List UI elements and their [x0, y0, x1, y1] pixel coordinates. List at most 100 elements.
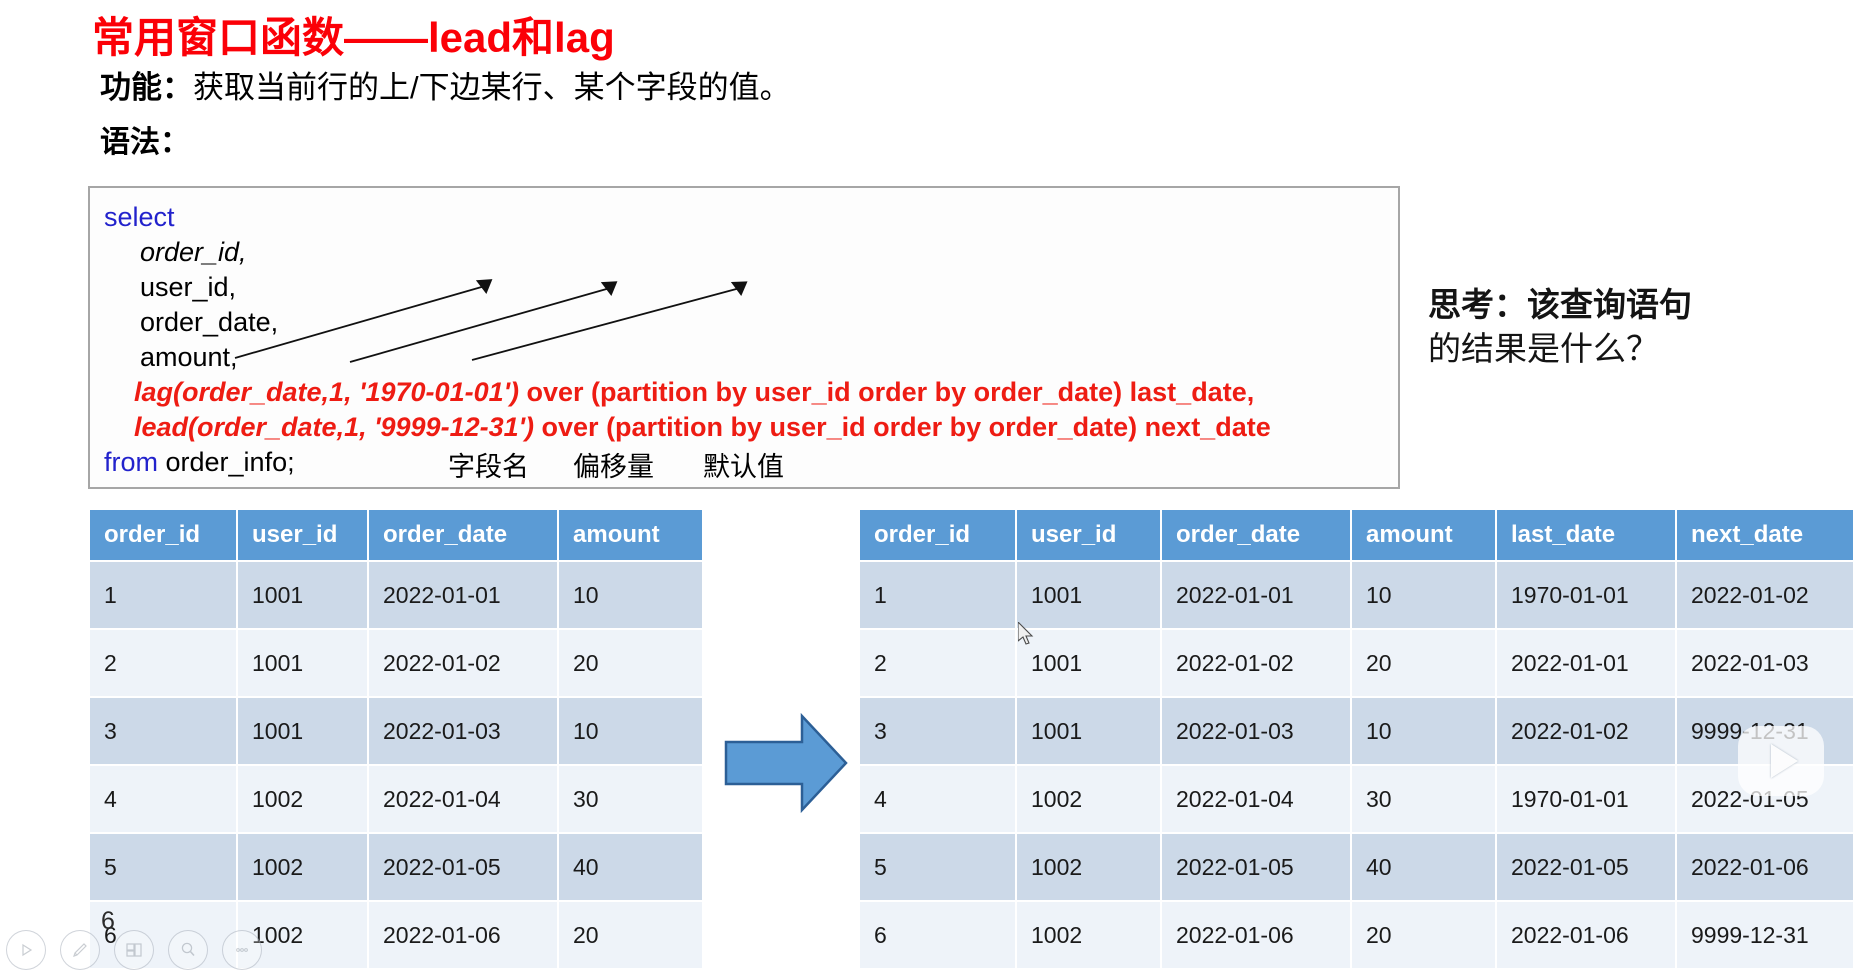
cell-amount: 40: [557, 832, 704, 902]
table-row: 6 1002 2022-01-06 20 2022-01-06 9999-12-…: [858, 900, 1855, 970]
cell-amount: 40: [1350, 832, 1497, 902]
play-icon: [22, 943, 33, 957]
bottom-toolbar: [6, 930, 262, 970]
function-description: 功能：获取当前行的上/下边某行、某个字段的值。: [100, 62, 791, 107]
cell-user-id: 1002: [1015, 832, 1162, 902]
column-header-order-id: order_id: [858, 508, 1017, 562]
thinking-line1: 该查询语句: [1527, 286, 1692, 323]
cell-last-date: 2022-01-06: [1495, 900, 1677, 970]
cell-amount: 30: [557, 764, 704, 834]
sql-code-box: select order_id, user_id, order_date, am…: [88, 186, 1400, 489]
cell-order-date: 2022-01-02: [367, 628, 559, 698]
page-title: 常用窗口函数——lead和lag: [92, 14, 615, 61]
sql-keyword-select: select: [104, 202, 175, 232]
table-row: 1 1001 2022-01-01 10 1970-01-01 2022-01-…: [858, 560, 1855, 630]
cell-order-date: 2022-01-02: [1160, 628, 1352, 698]
toolbar-slides-button[interactable]: [114, 930, 154, 970]
sql-column-0: order_id,: [140, 237, 247, 267]
thinking-line2: 的结果是什么？: [1428, 330, 1659, 367]
function-text: 获取当前行的上/下边某行、某个字段的值。: [193, 70, 791, 105]
cell-order-id: 1: [88, 560, 238, 630]
table-row: 4 1002 2022-01-04 30: [88, 764, 704, 834]
cell-amount: 30: [1350, 764, 1497, 834]
sql-column-1: user_id,: [140, 272, 237, 302]
sql-column-3: amount,: [140, 342, 238, 372]
table-row: 1 1001 2022-01-01 10: [88, 560, 704, 630]
pen-icon: [73, 943, 87, 957]
function-label: 功能：: [100, 70, 193, 105]
toolbar-play-button[interactable]: [6, 930, 46, 970]
mouse-cursor: [1018, 622, 1034, 645]
column-header-amount: amount: [1350, 508, 1497, 562]
cell-next-date: 9999-12-31: [1675, 900, 1855, 970]
cell-user-id: 1002: [1015, 764, 1162, 834]
cell-user-id: 1002: [236, 764, 369, 834]
cell-order-id: 4: [858, 764, 1017, 834]
slides-icon: [126, 943, 142, 957]
cell-user-id: 1002: [236, 832, 369, 902]
cell-order-date: 2022-01-01: [367, 560, 559, 630]
table-header-row: order_id user_id order_date amount: [88, 508, 704, 562]
cell-user-id: 1001: [236, 628, 369, 698]
cell-order-date: 2022-01-03: [1160, 696, 1352, 766]
sql-lag-over: over (partition by user_id order by orde…: [519, 377, 1255, 407]
thinking-note: 思考：该查询语句 的结果是什么？: [1428, 283, 1828, 371]
table-row: 2 1001 2022-01-02 20 2022-01-01 2022-01-…: [858, 628, 1855, 698]
table-header-row: order_id user_id order_date amount last_…: [858, 508, 1855, 562]
cell-order-id: 2: [88, 628, 238, 698]
syntax-label: 语法：: [100, 126, 190, 159]
cell-next-date: 2022-01-06: [1675, 832, 1855, 902]
sql-lead-expression: lead(order_date,1, '9999-12-31') over (p…: [134, 412, 1271, 442]
cell-order-date: 2022-01-06: [1160, 900, 1352, 970]
annotation-field-name: 字段名: [448, 452, 529, 482]
column-header-user-id: user_id: [236, 508, 369, 562]
toolbar-magnifier-button[interactable]: [168, 930, 208, 970]
sql-from-table: order_info;: [158, 447, 295, 477]
cell-order-date: 2022-01-03: [367, 696, 559, 766]
result-table: order_id user_id order_date amount last_…: [858, 508, 1855, 970]
column-header-order-date: order_date: [367, 508, 559, 562]
sql-lead-over: over (partition by user_id order by orde…: [534, 412, 1271, 442]
sql-keyword-from: from: [104, 447, 158, 477]
cell-amount: 10: [557, 696, 704, 766]
play-overlay-button[interactable]: [1738, 726, 1824, 796]
source-table: order_id user_id order_date amount 1 100…: [88, 508, 704, 970]
cell-user-id: 1001: [236, 560, 369, 630]
cell-order-id: 1: [858, 560, 1017, 630]
sql-lag-func: lag(order_date,1, '1970-01-01'): [134, 377, 520, 407]
toolbar-pen-button[interactable]: [60, 930, 100, 970]
column-header-user-id: user_id: [1015, 508, 1162, 562]
play-icon: [1771, 744, 1798, 778]
cell-user-id: 1001: [1015, 560, 1162, 630]
cell-order-id: 5: [88, 832, 238, 902]
cell-order-id: 2: [858, 628, 1017, 698]
sql-code-text: select order_id, user_id, order_date, am…: [104, 200, 1271, 480]
cell-order-date: 2022-01-04: [1160, 764, 1352, 834]
sql-lead-func: lead(order_date,1, '9999-12-31'): [134, 412, 535, 442]
sql-column-2: order_date,: [140, 307, 279, 337]
cell-amount: 10: [1350, 696, 1497, 766]
toolbar-more-button[interactable]: [222, 930, 262, 970]
cell-order-date: 2022-01-05: [367, 832, 559, 902]
cell-last-date: 1970-01-01: [1495, 560, 1677, 630]
annotation-offset: 偏移量: [573, 452, 654, 482]
table-row: 3 1001 2022-01-03 10 2022-01-02 9999-12-…: [858, 696, 1855, 766]
cell-amount: 20: [1350, 628, 1497, 698]
cell-order-date: 2022-01-06: [367, 900, 559, 970]
cell-amount: 20: [557, 900, 704, 970]
cell-order-id: 4: [88, 764, 238, 834]
cell-last-date: 2022-01-05: [1495, 832, 1677, 902]
cell-last-date: 2022-01-01: [1495, 628, 1677, 698]
cell-order-id: 5: [858, 832, 1017, 902]
cell-user-id: 1001: [236, 696, 369, 766]
table-row: 3 1001 2022-01-03 10: [88, 696, 704, 766]
cell-order-id: 6: [858, 900, 1017, 970]
table-row: 2 1001 2022-01-02 20: [88, 628, 704, 698]
cell-order-date: 2022-01-01: [1160, 560, 1352, 630]
cell-order-date: 2022-01-04: [367, 764, 559, 834]
column-header-last-date: last_date: [1495, 508, 1677, 562]
slide-number: 6: [101, 907, 115, 935]
cell-order-id: 3: [858, 696, 1017, 766]
cell-user-id: 1001: [1015, 696, 1162, 766]
column-header-order-id: order_id: [88, 508, 238, 562]
